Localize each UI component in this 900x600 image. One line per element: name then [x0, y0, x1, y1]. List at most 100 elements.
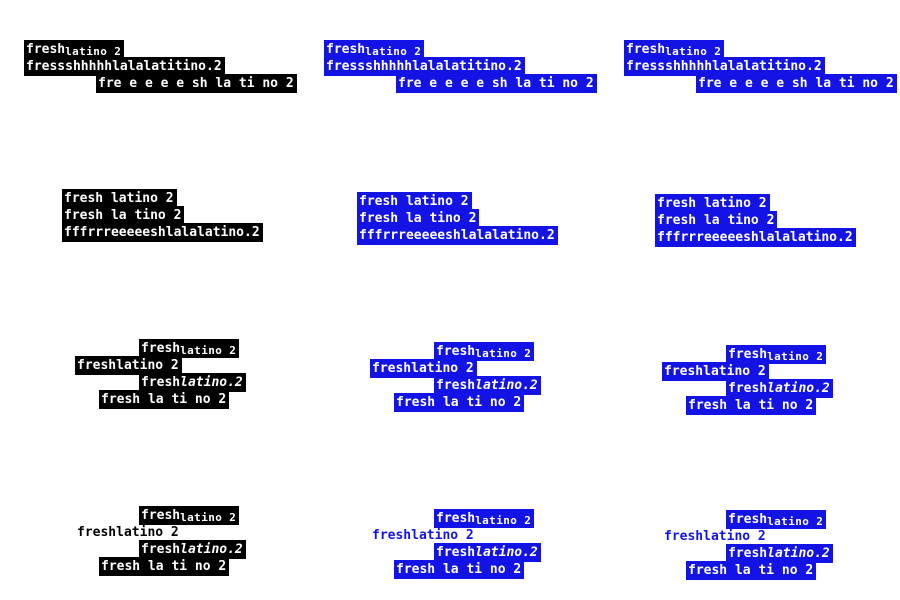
text-segment-main: fresh latino 2 — [64, 191, 174, 206]
line-indent-spacer — [662, 561, 686, 578]
text-segment-main: freshlatino 2 — [77, 525, 179, 540]
text-segment-main: fressshhhhhlalalatitino.2 — [326, 59, 522, 74]
text-sample-line: freshlatino.2 — [370, 543, 541, 562]
text-segment-main: fresh — [728, 512, 768, 527]
text-sample-block: freshlatino 2 freshlatino 2 freshlatino.2… — [370, 342, 541, 412]
text-segment-main: fresh — [141, 508, 181, 523]
text-sample-block: freshlatino 2 fressshhhhhlalalatitino.2 f… — [624, 40, 897, 93]
text-segment-main: fresh latino 2 — [657, 196, 767, 211]
text-segment-main: fre e e e e sh la ti no 2 — [98, 76, 294, 91]
text-sample-line: fffrrreeeeeshlalalatino.2 — [655, 228, 856, 247]
text-sample-line: fresh la ti no 2 — [370, 393, 541, 412]
text-segment-main: fffrrreeeeeshlalalatino.2 — [359, 228, 555, 243]
text-sample-line: fressshhhhhlalalatitino.2 — [624, 57, 897, 76]
text-sample-line: fressshhhhhlalalatitino.2 — [24, 57, 297, 76]
text-sample-line: fresh latino 2 — [62, 189, 263, 208]
text-sample-line: freshlatino 2 — [370, 526, 541, 543]
text-sample-line: fffrrreeeeeshlalalatino.2 — [62, 223, 263, 242]
text-segment-italic: latino.2 — [475, 545, 538, 560]
text-sample-run: fre e e e e sh la ti no 2 — [696, 74, 897, 93]
line-indent-spacer — [24, 74, 96, 91]
text-sample-line: fre e e e e sh la ti no 2 — [624, 74, 897, 93]
text-segment-sub: latino 2 — [180, 511, 237, 524]
text-segment-main: freshlatino 2 — [664, 529, 766, 544]
text-segment-sub: latino 2 — [767, 350, 824, 363]
text-sample-line: freshlatino 2 — [75, 339, 246, 358]
text-sample-line: freshlatino.2 — [662, 379, 833, 398]
text-sample-block: freshlatino 2 freshlatino 2 freshlatino.2… — [75, 339, 246, 409]
text-sample-line: fresh latino 2 — [655, 194, 856, 213]
line-indent-spacer — [370, 376, 434, 393]
text-sample-run: fresh la ti no 2 — [686, 396, 817, 415]
text-segment-main: fresh — [141, 542, 181, 557]
sample-canvas: freshlatino 2 fressshhhhhlalalatitino.2 f… — [0, 0, 900, 600]
text-sample-run: fresh la ti no 2 — [394, 560, 525, 579]
line-indent-spacer — [370, 543, 434, 560]
text-sample-line: fresh la ti no 2 — [75, 390, 246, 409]
text-segment-main: fresh — [26, 42, 66, 57]
line-indent-spacer — [75, 373, 139, 390]
text-segment-main: fresh la tino 2 — [359, 211, 477, 226]
text-segment-italic: latino.2 — [180, 375, 243, 390]
text-segment-main: fresh la ti no 2 — [101, 392, 227, 407]
text-sample-block: freshlatino 2 freshlatino 2 freshlatino.2… — [662, 345, 833, 415]
text-sample-line: freshlatino 2 — [370, 509, 541, 528]
text-segment-main: fre e e e e sh la ti no 2 — [398, 76, 594, 91]
text-segment-main: fresh la ti no 2 — [396, 395, 522, 410]
text-segment-main: fresh — [728, 347, 768, 362]
line-indent-spacer — [75, 540, 139, 557]
text-segment-italic: latino.2 — [767, 381, 830, 396]
text-sample-line: fre e e e e sh la ti no 2 — [24, 74, 297, 93]
text-segment-main: fffrrreeeeeshlalalatino.2 — [657, 230, 853, 245]
text-sample-line: freshlatino.2 — [662, 544, 833, 563]
line-indent-spacer — [662, 510, 726, 527]
text-segment-italic: latino.2 — [180, 542, 243, 557]
text-segment-main: freshlatino 2 — [372, 361, 474, 376]
text-sample-line: freshlatino 2 — [324, 40, 597, 59]
text-segment-main: fresh — [141, 375, 181, 390]
text-segment-main: fre e e e e sh la ti no 2 — [698, 76, 894, 91]
text-sample-block: fresh latino 2 fresh la tino 2 fffrrreeeee… — [62, 189, 263, 242]
line-indent-spacer — [662, 379, 726, 396]
line-indent-spacer — [370, 342, 434, 359]
line-indent-spacer — [624, 74, 696, 91]
text-segment-italic: latino.2 — [767, 546, 830, 561]
line-indent-spacer — [75, 506, 139, 523]
text-segment-sub: latino 2 — [665, 45, 722, 58]
text-sample-line: freshlatino 2 — [75, 523, 246, 540]
line-indent-spacer — [662, 396, 686, 413]
text-sample-run: fffrrreeeeeshlalalatino.2 — [655, 228, 856, 247]
text-sample-line: freshlatino.2 — [75, 373, 246, 392]
text-sample-line: freshlatino 2 — [662, 510, 833, 529]
text-segment-main: fressshhhhhlalalatitino.2 — [626, 59, 822, 74]
text-segment-main: fresh la ti no 2 — [688, 563, 814, 578]
text-sample-line: freshlatino 2 — [75, 356, 246, 375]
text-segment-main: fressshhhhhlalalatitino.2 — [26, 59, 222, 74]
text-segment-main: freshlatino 2 — [372, 528, 474, 543]
text-segment-main: fresh la ti no 2 — [688, 398, 814, 413]
text-sample-run: fre e e e e sh la ti no 2 — [396, 74, 597, 93]
text-sample-block: freshlatino 2 freshlatino 2 freshlatino.2… — [370, 509, 541, 579]
text-segment-main: fresh — [626, 42, 666, 57]
text-segment-main: fresh la ti no 2 — [396, 562, 522, 577]
text-segment-main: fresh — [436, 545, 476, 560]
text-segment-main: fresh — [326, 42, 366, 57]
text-segment-sub: latino 2 — [767, 515, 824, 528]
text-segment-main: fresh latino 2 — [359, 194, 469, 209]
text-sample-line: fresh la ti no 2 — [370, 560, 541, 579]
text-segment-sub: latino 2 — [365, 45, 422, 58]
text-sample-line: freshlatino.2 — [370, 376, 541, 395]
text-sample-line: freshlatino 2 — [370, 359, 541, 378]
text-sample-block: fresh latino 2 fresh la tino 2 fffrrreeeee… — [357, 192, 558, 245]
text-sample-run: fresh la ti no 2 — [686, 561, 817, 580]
text-segment-sub: latino 2 — [65, 45, 122, 58]
text-sample-block: freshlatino 2 fressshhhhhlalalatitino.2 f… — [24, 40, 297, 93]
text-sample-line: freshlatino 2 — [662, 527, 833, 544]
text-sample-line: fresh latino 2 — [357, 192, 558, 211]
text-sample-line: fresh la ti no 2 — [662, 396, 833, 415]
line-indent-spacer — [662, 345, 726, 362]
text-segment-italic: latino.2 — [475, 378, 538, 393]
text-sample-block: freshlatino 2 fressshhhhhlalalatitino.2 f… — [324, 40, 597, 93]
text-sample-line: fresh la ti no 2 — [662, 561, 833, 580]
text-segment-main: fresh — [436, 378, 476, 393]
